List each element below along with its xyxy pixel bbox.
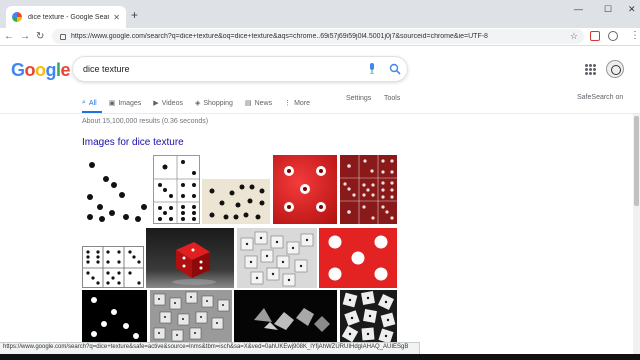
forward-icon[interactable]: → (20, 30, 30, 44)
dice-image-1[interactable] (82, 155, 150, 224)
tools-link[interactable]: Tools (384, 95, 400, 102)
red-die-face-image (284, 166, 326, 212)
tab-all[interactable]: ⌕ All (82, 99, 97, 107)
tab-shopping[interactable]: ◈ Shopping (194, 99, 233, 108)
dice-image-12[interactable] (234, 290, 337, 342)
white-dice-grid-image (154, 156, 199, 223)
image-icon: ▣ (108, 100, 116, 107)
polyhedral-dice-image (254, 308, 330, 332)
tab-news[interactable]: ▤ News (244, 99, 273, 108)
black-white-dice-collage-image (341, 291, 396, 342)
dice-image-9[interactable] (319, 228, 397, 288)
black-dots-image (87, 162, 147, 222)
microphone-icon[interactable] (369, 63, 375, 74)
tab-shopping-label: Shopping (203, 99, 233, 107)
red-white-dots-image (328, 235, 388, 281)
white-dice-pile-image (240, 231, 314, 287)
account-avatar[interactable] (606, 60, 624, 78)
new-tab-icon[interactable]: + (131, 9, 138, 21)
tab-images-label: Images (118, 99, 142, 107)
beige-dice-image (209, 184, 265, 220)
tab-more[interactable]: ⋮ More (284, 99, 311, 108)
extension-icon[interactable] (590, 31, 600, 41)
dice-image-4[interactable] (273, 155, 337, 224)
search-icon[interactable] (389, 63, 401, 75)
lock-icon (60, 33, 66, 40)
browser-viewport: dice texture - Google Search ✕ + — ☐ ✕ ←… (0, 0, 640, 354)
google-favicon-icon (12, 12, 22, 22)
settings-link[interactable]: Settings (346, 95, 371, 102)
nav-divider (0, 113, 640, 114)
result-stats: About 15,100,000 results (0.36 seconds) (82, 118, 209, 125)
dice-image-11[interactable] (150, 290, 232, 342)
tab-more-label: More (294, 99, 311, 107)
black-die-white-dots-image (91, 297, 139, 339)
video-icon: ▶ (153, 100, 159, 107)
search-query: dice texture (83, 64, 130, 74)
search-icon: ⌕ (82, 99, 86, 106)
back-icon[interactable]: ← (4, 30, 14, 44)
taskbar-strip (0, 354, 640, 360)
red-3d-die-image (172, 242, 216, 285)
dice-image-7[interactable] (146, 228, 234, 288)
dice-image-8[interactable] (237, 228, 317, 288)
tab-videos-label: Videos (161, 99, 183, 107)
logo-letter: e (60, 60, 71, 80)
tab-images[interactable]: ▣ Images (108, 99, 142, 108)
red-dice-grid-image (340, 155, 397, 224)
dice-image-6[interactable] (82, 246, 144, 288)
search-input[interactable]: dice texture (72, 56, 408, 82)
status-bar-url: https://www.google.com/search?q=dice+tex… (0, 342, 420, 354)
search-nav: ⌕ All ▣ Images ▶ Videos ◈ Shopping ▤ New… (82, 93, 322, 113)
apps-grid-icon[interactable] (585, 64, 596, 75)
close-window-icon[interactable]: ✕ (628, 4, 636, 15)
news-icon: ▤ (244, 100, 252, 107)
tab-strip: dice texture - Google Search ✕ + — ☐ ✕ (0, 0, 640, 28)
bookmark-star-icon[interactable]: ☆ (570, 31, 578, 42)
maximize-icon[interactable]: ☐ (604, 4, 612, 15)
tab-news-label: News (254, 99, 273, 107)
tab-videos[interactable]: ▶ Videos (153, 99, 183, 108)
tab-title: dice texture - Google Search (28, 13, 110, 21)
tag-icon: ◈ (194, 100, 201, 107)
reload-icon[interactable]: ↻ (36, 30, 44, 44)
grey-dice-pile-image (153, 291, 230, 342)
browser-toolbar: ← → ↻ https://www.google.com/search?q=di… (0, 28, 640, 46)
dice-faces-grid-image (83, 247, 143, 287)
dice-image-10[interactable] (82, 290, 147, 342)
scrollbar-thumb[interactable] (634, 116, 639, 206)
logo-letter: G (11, 60, 25, 80)
chrome-menu-icon[interactable]: ⋮ (630, 30, 640, 41)
close-tab-icon[interactable]: ✕ (113, 13, 120, 22)
address-url: https://www.google.com/search?q=dice+tex… (71, 33, 488, 40)
browser-tab[interactable]: dice texture - Google Search ✕ (6, 6, 126, 28)
dice-image-3[interactable] (202, 179, 270, 224)
more-dots-icon: ⋮ (284, 100, 292, 107)
google-logo[interactable]: Google (11, 60, 71, 81)
dice-image-5[interactable] (340, 155, 397, 224)
logo-letter: g (45, 60, 57, 80)
logo-letter: o (35, 60, 46, 80)
safesearch-link[interactable]: SafeSearch on (577, 94, 623, 101)
tab-all-label: All (88, 99, 97, 107)
page-scrollbar[interactable] (633, 114, 640, 354)
dice-image-2[interactable] (153, 155, 200, 224)
profile-icon[interactable] (608, 31, 618, 41)
images-heading[interactable]: Images for dice texture (82, 137, 184, 148)
dice-image-13[interactable] (340, 290, 397, 342)
address-bar[interactable]: https://www.google.com/search?q=dice+tex… (52, 29, 584, 44)
logo-letter: o (24, 60, 36, 80)
minimize-icon[interactable]: — (574, 4, 583, 14)
